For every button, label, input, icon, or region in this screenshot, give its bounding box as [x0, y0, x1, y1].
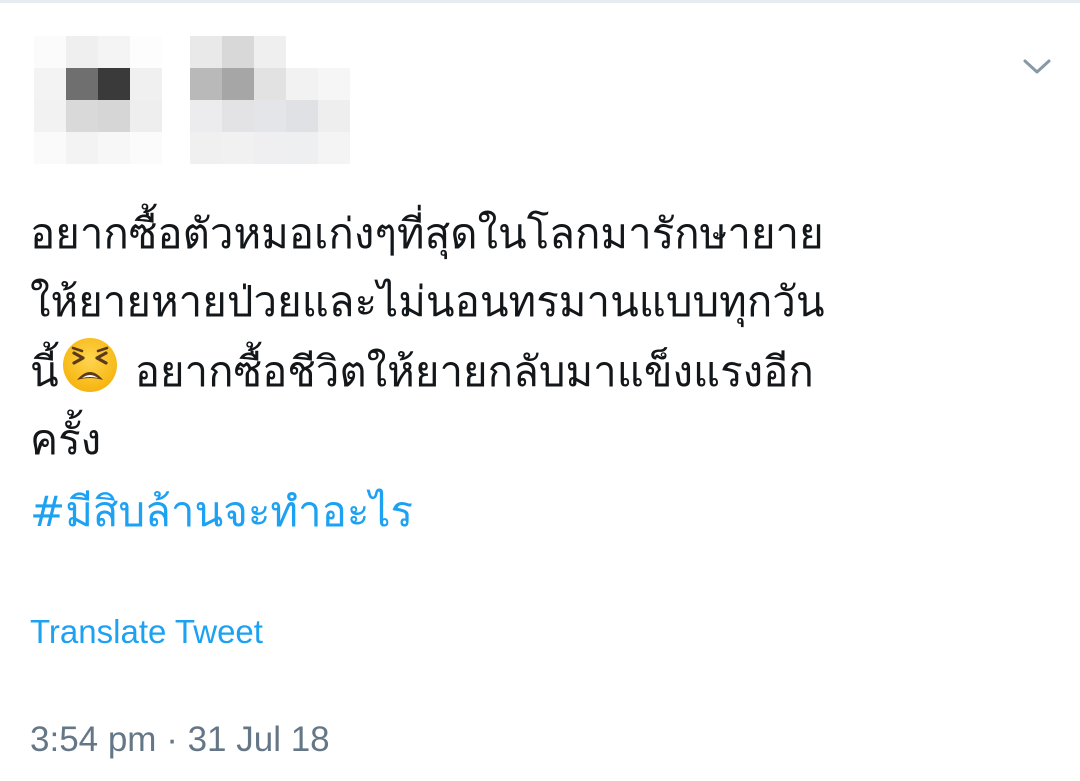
chevron-down-icon[interactable] — [1020, 52, 1054, 82]
avatar[interactable] — [34, 36, 162, 164]
tired-face-emoji-icon — [61, 336, 119, 394]
hashtag-link[interactable]: #มีสิบล้านจะทำอะไร — [30, 478, 413, 546]
tweet-line-fragment: อยากซื้อชีวิตให้ยายกลับมาแข็งแรงอีก — [134, 347, 814, 396]
tweet-timestamp: 3:54 pm · 31 Jul 18 — [30, 718, 330, 762]
tweet-line: อยากซื้อตัวหมอเก่งๆที่สุดในโลกมารักษายาย — [30, 209, 824, 258]
username[interactable] — [190, 36, 350, 164]
top-divider — [0, 0, 1080, 3]
translate-tweet-link[interactable]: Translate Tweet — [30, 610, 263, 654]
tweet-line: นี้ อยากซื้อชีวิตให้ยายกลับมาแข็งแรงอีก — [30, 336, 1050, 406]
tweet-time[interactable]: 3:54 pm — [30, 720, 156, 759]
tweet-line: ครั้ง — [30, 415, 102, 464]
tweet-text: อยากซื้อตัวหมอเก่งๆที่สุดในโลกมารักษายาย… — [30, 200, 1050, 474]
meta-separator: · — [166, 720, 178, 759]
tweet-line: ให้ยายหายป่วยและไม่นอนทรมานแบบทุกวัน — [30, 277, 825, 326]
tweet-date[interactable]: 31 Jul 18 — [188, 720, 330, 759]
tweet-line-fragment: นี้ — [30, 347, 59, 396]
